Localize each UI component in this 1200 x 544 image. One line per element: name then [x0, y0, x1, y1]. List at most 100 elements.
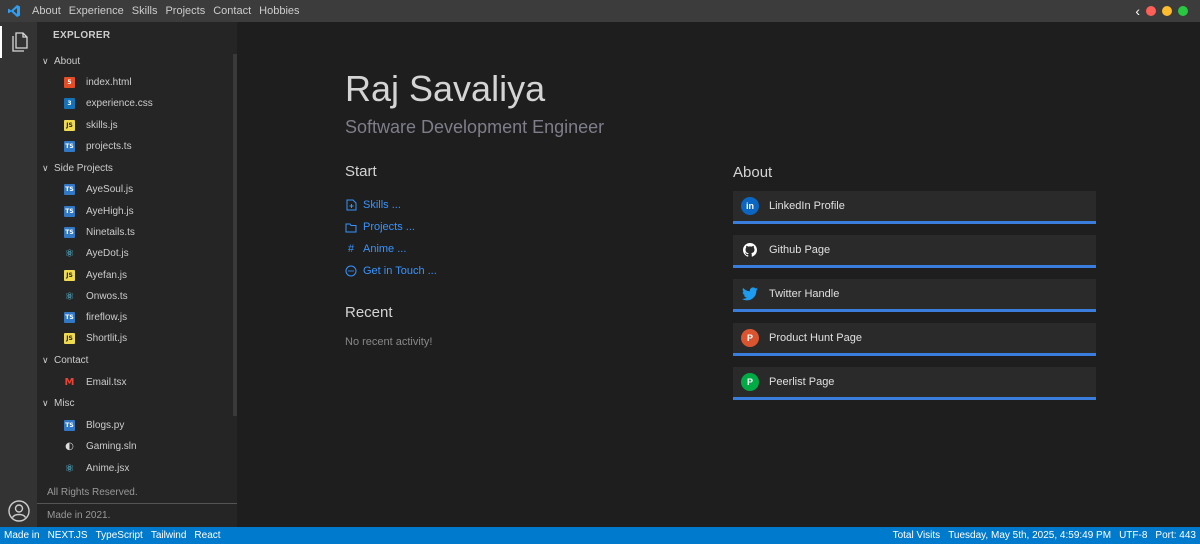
file-item[interactable]: TS projects.ts [37, 136, 233, 157]
about-link-label: Peerlist Page [769, 376, 835, 388]
menu-item-contact[interactable]: Contact [209, 5, 255, 17]
folder-contact[interactable]: ∨ Contact [37, 350, 233, 372]
start-link-projects[interactable]: Projects ... [345, 216, 437, 238]
tech-typescript[interactable]: TypeScript [92, 530, 147, 541]
github-link-card[interactable]: Github Page [733, 235, 1096, 268]
file-item[interactable]: ⚛ Onwos.ts [37, 286, 233, 307]
file-item[interactable]: JS skills.js [37, 115, 233, 136]
hash-icon: # [347, 243, 355, 255]
twitter-link-card[interactable]: Twitter Handle [733, 279, 1096, 312]
file-name: experience.css [86, 98, 153, 110]
linkedin-icon: in [741, 197, 759, 215]
menu-item-projects[interactable]: Projects [161, 5, 209, 17]
chevron-down-icon: ∨ [42, 355, 49, 366]
file-name: Shortlit.js [86, 333, 128, 345]
file-name: skills.js [86, 119, 118, 131]
file-name: AyeHigh.js [86, 205, 134, 217]
html-file-icon: 5 [64, 77, 75, 89]
ts-file-icon: TS [64, 205, 75, 217]
file-tree: ∨ About 5 index.html 3 experience.css JS skills… [37, 50, 233, 479]
file-name: Ninetails.ts [86, 226, 135, 238]
file-item[interactable]: 5 index.html [37, 72, 233, 93]
file-name: Anime.jsx [86, 462, 130, 474]
menu-item-about[interactable]: About [28, 5, 65, 17]
js-file-icon: JS [64, 333, 75, 345]
vscode-logo-icon [0, 0, 28, 22]
folder-about[interactable]: ∨ About [37, 50, 233, 72]
menu-item-hobbies[interactable]: Hobbies [255, 5, 303, 17]
recent-heading: Recent [345, 304, 393, 321]
start-link-anime[interactable]: # Anime ... [345, 238, 437, 260]
file-item[interactable]: TS AyeSoul.js [37, 179, 233, 200]
folder-icon [345, 221, 357, 233]
account-icon[interactable] [7, 499, 31, 523]
folder-label: About [54, 55, 81, 67]
chevron-left-icon[interactable]: ‹ [1135, 4, 1140, 18]
tech-nextjs[interactable]: NEXT.JS [44, 530, 92, 541]
producthunt-icon: P [741, 329, 759, 347]
chevron-down-icon: ∨ [42, 55, 49, 66]
file-item[interactable]: TS AyeHigh.js [37, 200, 233, 221]
maximize-window-button[interactable] [1178, 6, 1188, 16]
page-subtitle: Software Development Engineer [345, 117, 605, 137]
start-link-skills[interactable]: Skills ... [345, 194, 437, 216]
title-bar: About Experience Skills Projects Contact Hobb… [0, 0, 1200, 22]
folder-side-projects[interactable]: ∨ Side Projects [37, 157, 233, 179]
file-item[interactable]: TS Blogs.py [37, 415, 233, 436]
chevron-down-icon: ∨ [42, 162, 49, 173]
about-link-label: Twitter Handle [769, 288, 840, 300]
file-item[interactable]: TS Ninetails.ts [37, 222, 233, 243]
encoding[interactable]: UTF-8 [1119, 530, 1147, 541]
file-name: index.html [86, 77, 132, 89]
explorer-files-icon[interactable] [0, 26, 37, 58]
total-visits[interactable]: Total Visits [893, 530, 941, 541]
file-item[interactable]: JS Ayefan.js [37, 264, 233, 285]
menu-item-skills[interactable]: Skills [128, 5, 162, 17]
ts-file-icon: TS [64, 141, 75, 153]
start-link-label: Get in Touch ... [363, 265, 437, 277]
tech-react[interactable]: React [190, 530, 224, 541]
app-window: About Experience Skills Projects Contact Hobb… [0, 0, 1200, 544]
activity-bar [0, 22, 37, 527]
close-window-button[interactable] [1146, 6, 1156, 16]
react-file-icon: ⚛ [64, 289, 75, 303]
github-icon [741, 241, 759, 259]
folder-misc[interactable]: ∨ Misc [37, 393, 233, 415]
file-item[interactable]: M Email.tsx [37, 372, 233, 393]
linkedin-link-card[interactable]: in LinkedIn Profile [733, 191, 1096, 224]
folder-label: Side Projects [54, 162, 113, 174]
js-file-icon: JS [64, 269, 75, 281]
status-bar: Made in NEXT.JS TypeScript Tailwind React T… [0, 527, 1200, 544]
file-item[interactable]: ⚛ AyeDot.js [37, 243, 233, 264]
file-name: AyeSoul.js [86, 184, 134, 196]
tech-tailwind[interactable]: Tailwind [147, 530, 191, 541]
file-name: projects.ts [86, 141, 132, 153]
explorer-title: EXPLORER [53, 30, 111, 41]
start-heading: Start [345, 163, 377, 180]
csharp-file-icon: ◐ [65, 441, 74, 453]
file-name: Onwos.ts [86, 290, 128, 302]
file-item[interactable]: TS fireflow.js [37, 307, 233, 328]
peerlist-link-card[interactable]: P Peerlist Page [733, 367, 1096, 400]
minimize-window-button[interactable] [1162, 6, 1172, 16]
made-in-label: Made in [4, 530, 40, 541]
file-name: Blogs.py [86, 420, 125, 431]
start-link-get[interactable]: Get in Touch ... [345, 260, 437, 282]
rights-text: All Rights Reserved. [37, 482, 237, 504]
ts-file-icon: TS [64, 420, 75, 431]
window-controls: ‹ [1135, 4, 1200, 18]
datetime: Tuesday, May 5th, 2025, 4:59:49 PM [948, 530, 1112, 541]
ts-file-icon: TS [64, 312, 75, 324]
folder-label: Contact [54, 355, 89, 367]
file-name: AyeDot.js [86, 248, 129, 260]
file-item[interactable]: ◐ Gaming.sln [37, 436, 233, 457]
page-title: Raj Savaliya [345, 68, 546, 109]
producthunt-link-card[interactable]: P Product Hunt Page [733, 323, 1096, 356]
file-item[interactable]: JS Shortlit.js [37, 328, 233, 349]
menu-item-experience[interactable]: Experience [65, 5, 128, 17]
file-item[interactable]: ⚛ Anime.jsx [37, 457, 233, 478]
file-item[interactable]: 3 experience.css [37, 93, 233, 114]
made-year-text: Made in 2021. [47, 510, 111, 521]
chevron-down-icon: ∨ [42, 398, 49, 409]
peerlist-icon: P [741, 373, 759, 391]
